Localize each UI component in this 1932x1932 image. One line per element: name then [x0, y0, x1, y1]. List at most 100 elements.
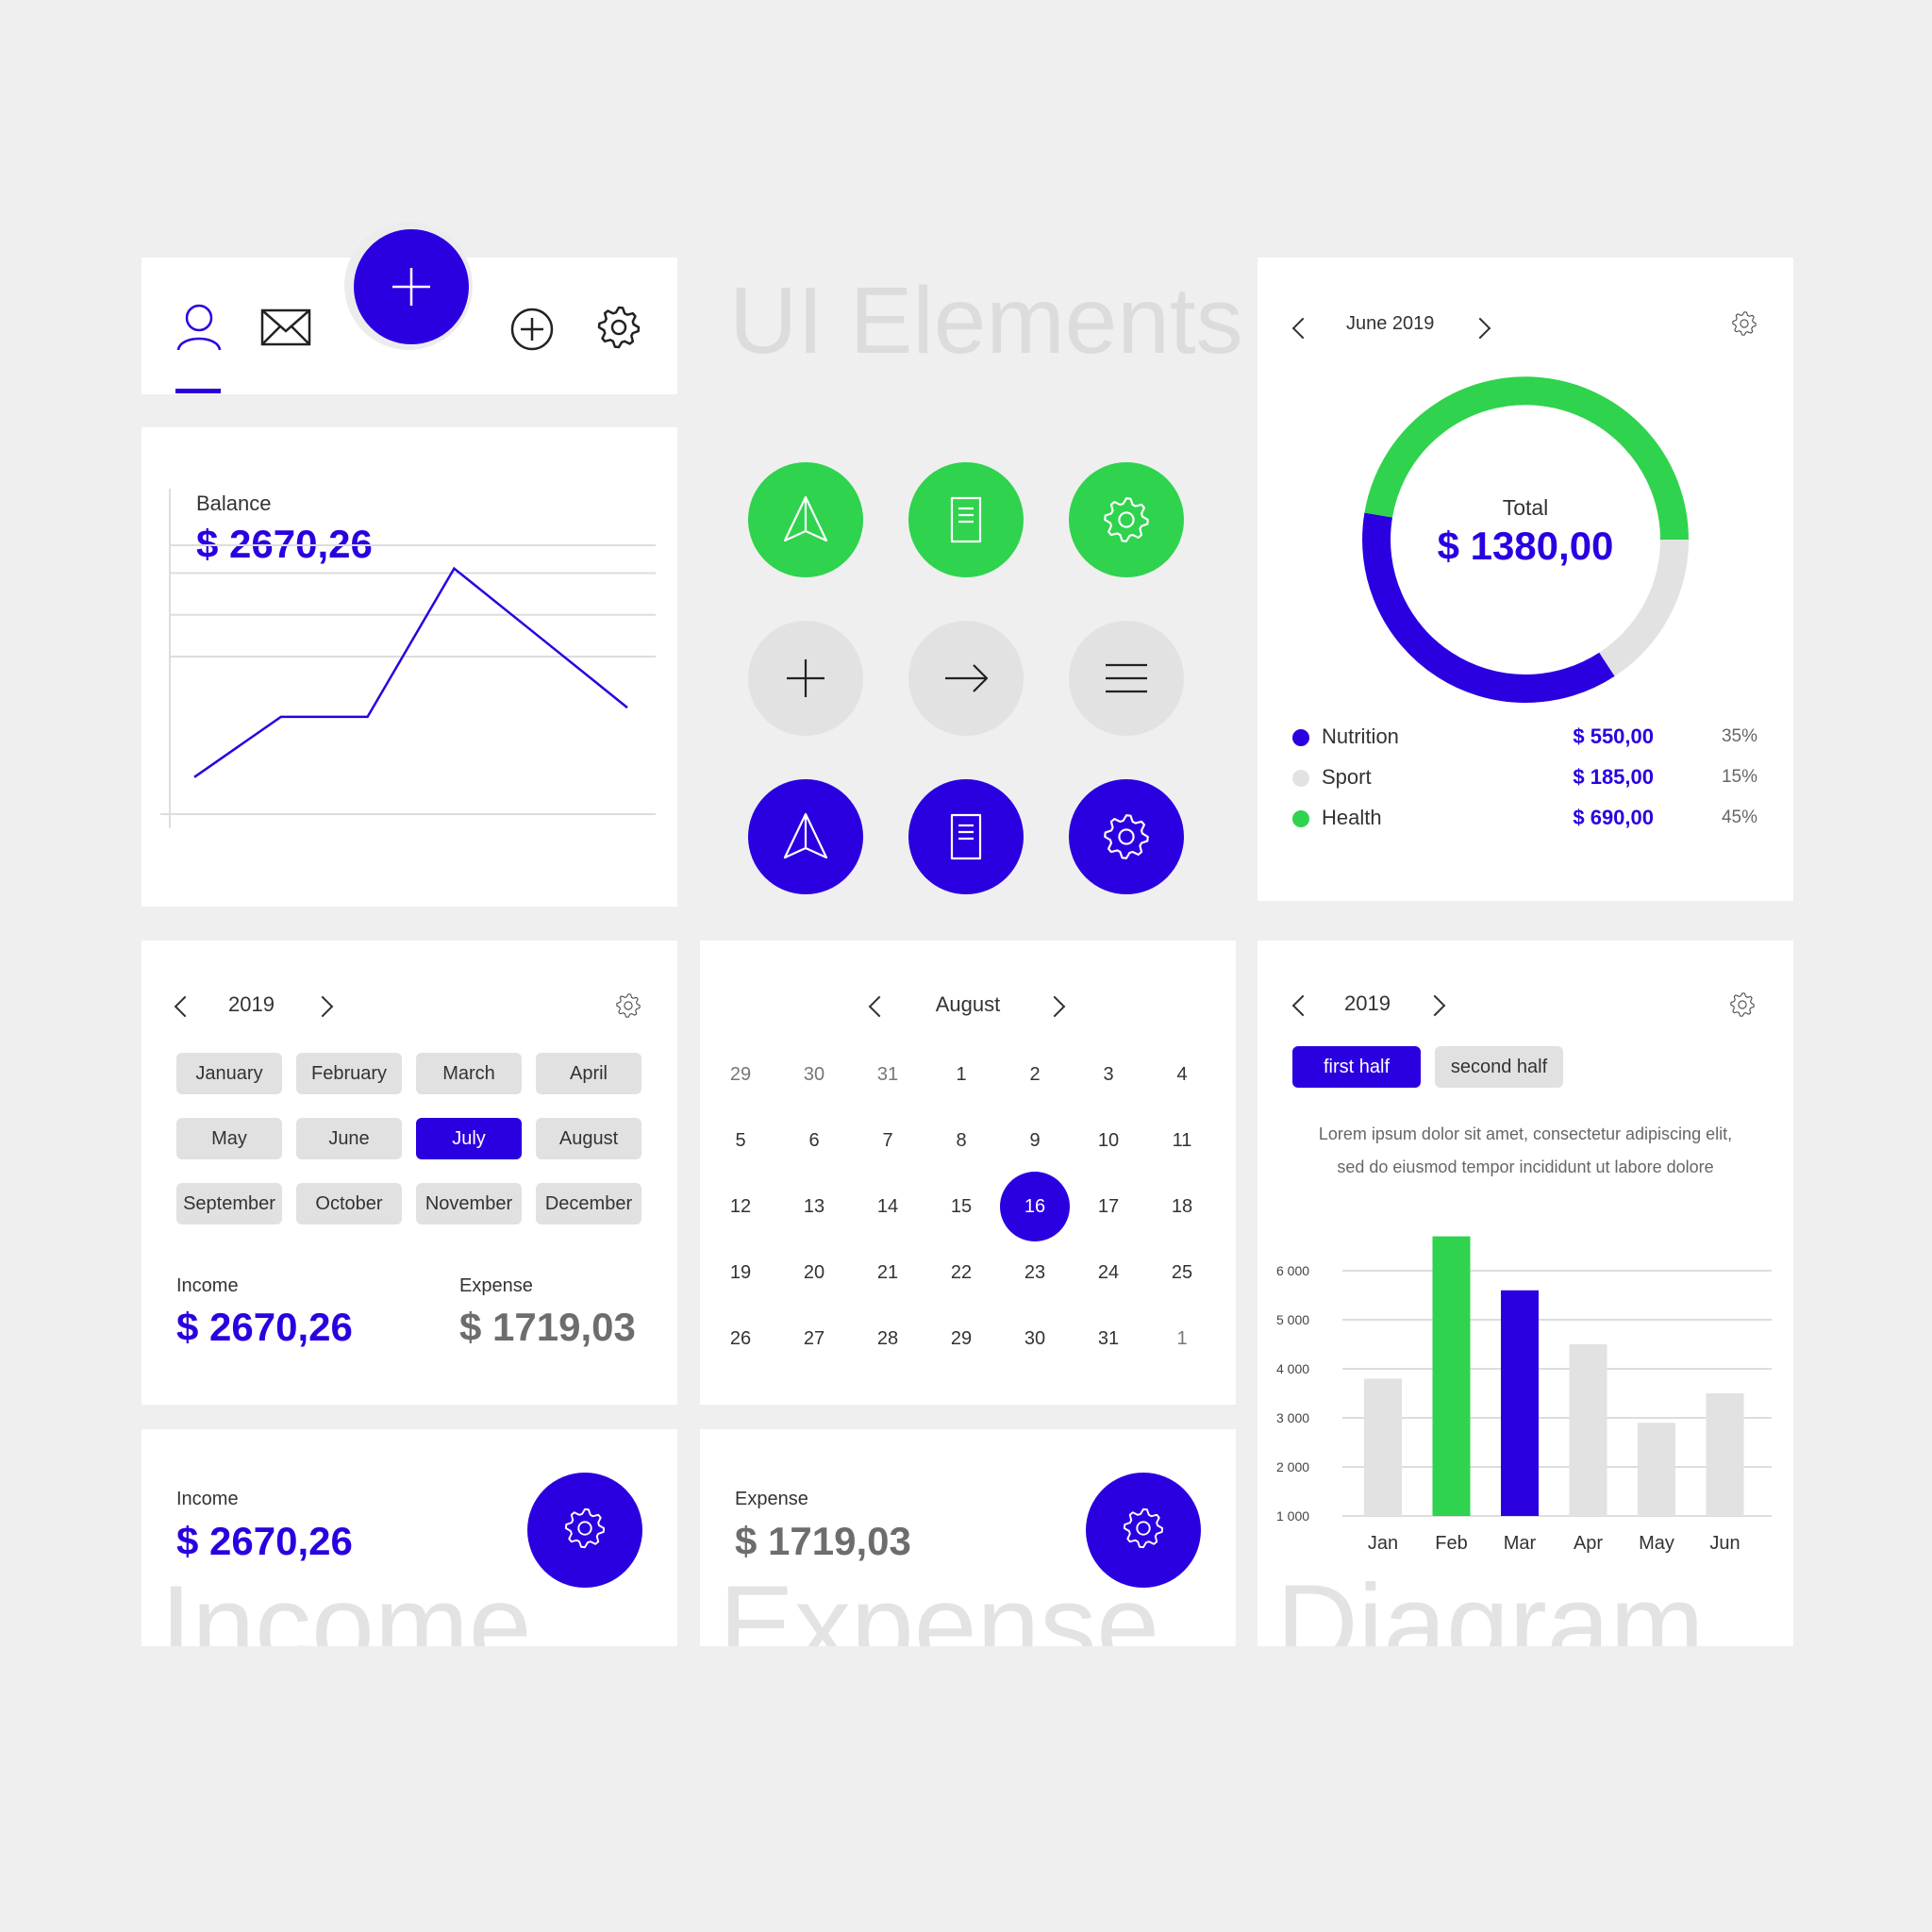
send-button[interactable] — [748, 779, 863, 894]
calendar-day[interactable]: 13 — [779, 1172, 849, 1241]
month-pill-december[interactable]: December — [536, 1183, 641, 1224]
calendar-day[interactable]: 24 — [1074, 1238, 1143, 1307]
user-icon[interactable] — [175, 303, 223, 357]
calendar-day[interactable]: 27 — [779, 1304, 849, 1374]
legend-name: Sport — [1322, 765, 1372, 789]
legend-amount: $ 550,00 — [1573, 724, 1654, 748]
calendar-day[interactable]: 15 — [926, 1172, 996, 1241]
legend-amount: $ 690,00 — [1573, 806, 1654, 829]
plus-button[interactable] — [748, 621, 863, 736]
y-tick-label: 5 000 — [1276, 1312, 1309, 1327]
gear-icon — [563, 1507, 607, 1555]
month-pill-june[interactable]: June — [296, 1118, 402, 1159]
month-pill-august[interactable]: August — [536, 1118, 641, 1159]
x-tick-label: Mar — [1504, 1533, 1537, 1554]
expense-amount: $ 1719,03 — [459, 1305, 636, 1349]
month-pill-april[interactable]: April — [536, 1053, 641, 1094]
calendar-day[interactable]: 23 — [1000, 1238, 1070, 1307]
calendar-day[interactable]: 28 — [853, 1304, 923, 1374]
send-button[interactable] — [748, 462, 863, 577]
x-tick-label: Feb — [1435, 1533, 1467, 1554]
month-pill-march[interactable]: March — [416, 1053, 522, 1094]
calendar-day[interactable]: 21 — [853, 1238, 923, 1307]
months-card: 2019 January February March April May June Jul… — [142, 941, 677, 1405]
calendar-day-selected[interactable]: 16 — [1000, 1172, 1070, 1241]
settings-gear-icon[interactable] — [1731, 310, 1757, 341]
document-icon — [940, 810, 992, 863]
calendar-day[interactable]: 22 — [926, 1238, 996, 1307]
document-icon — [940, 493, 992, 546]
calendar-month: August — [935, 992, 1001, 1016]
expense-card: Expense $ 1719,03 Expense — [700, 1429, 1236, 1646]
gear-icon — [1122, 1507, 1165, 1555]
calendar-day[interactable]: 4 — [1147, 1040, 1217, 1109]
calendar-day[interactable]: 19 — [706, 1238, 775, 1307]
gear-button[interactable] — [1069, 779, 1184, 894]
prev-month-button[interactable] — [1291, 317, 1314, 340]
calendar-day[interactable]: 29 — [926, 1304, 996, 1374]
calendar-day[interactable]: 7 — [853, 1106, 923, 1175]
x-tick-label: Jan — [1368, 1533, 1398, 1554]
calendar-day[interactable]: 3 — [1074, 1040, 1143, 1109]
calendar-day[interactable]: 10 — [1074, 1106, 1143, 1175]
calendar-day[interactable]: 26 — [706, 1304, 775, 1374]
gear-button[interactable] — [1069, 462, 1184, 577]
fab-add-button[interactable] — [354, 229, 469, 344]
active-tab-indicator — [175, 389, 221, 393]
tab-second-half[interactable]: second half — [1435, 1046, 1563, 1088]
donut-total-label: Total — [1502, 495, 1549, 520]
calendar-day[interactable]: 5 — [706, 1106, 775, 1175]
gear-icon — [1102, 495, 1151, 544]
month-pill-october[interactable]: October — [296, 1183, 402, 1224]
calendar-day[interactable]: 6 — [779, 1106, 849, 1175]
document-button[interactable] — [908, 462, 1024, 577]
prev-year-button[interactable] — [174, 995, 196, 1018]
next-month-button[interactable] — [1469, 317, 1491, 340]
month-pill-may[interactable]: May — [176, 1118, 282, 1159]
arrow-right-button[interactable] — [908, 621, 1024, 736]
calendar-day[interactable]: 9 — [1000, 1106, 1070, 1175]
calendar-day[interactable]: 30 — [779, 1040, 849, 1109]
month-pill-november[interactable]: November — [416, 1183, 522, 1224]
calendar-day[interactable]: 18 — [1147, 1172, 1217, 1241]
donut-card: June 2019 Total $ 1380,00 Nutrition $ 550… — [1257, 258, 1793, 901]
calendar-day[interactable]: 1 — [926, 1040, 996, 1109]
income-label: Income — [176, 1275, 239, 1296]
bar-apr — [1569, 1344, 1607, 1516]
month-pill-january[interactable]: January — [176, 1053, 282, 1094]
expense-card-amount: $ 1719,03 — [735, 1519, 911, 1563]
document-button[interactable] — [908, 779, 1024, 894]
month-pill-february[interactable]: February — [296, 1053, 402, 1094]
menu-button[interactable] — [1069, 621, 1184, 736]
calendar-day[interactable]: 31 — [1074, 1304, 1143, 1374]
calendar-day[interactable]: 12 — [706, 1172, 775, 1241]
income-settings-button[interactable] — [527, 1473, 642, 1588]
calendar-day[interactable]: 25 — [1147, 1238, 1217, 1307]
settings-gear-icon[interactable] — [1729, 991, 1756, 1023]
tab-first-half[interactable]: first half — [1292, 1046, 1421, 1088]
legend-name: Health — [1322, 806, 1382, 829]
calendar-day[interactable]: 20 — [779, 1238, 849, 1307]
calendar-day[interactable]: 8 — [926, 1106, 996, 1175]
bar-jun — [1706, 1393, 1744, 1516]
x-tick-label: Jun — [1709, 1533, 1740, 1554]
prev-year-button[interactable] — [1291, 994, 1314, 1017]
mail-icon[interactable] — [260, 308, 311, 351]
calendar-day[interactable]: 17 — [1074, 1172, 1143, 1241]
calendar-day[interactable]: 31 — [853, 1040, 923, 1109]
calendar-day[interactable]: 14 — [853, 1172, 923, 1241]
calendar-day[interactable]: 1 — [1147, 1304, 1217, 1374]
gear-icon[interactable] — [596, 305, 641, 355]
settings-gear-icon[interactable] — [615, 992, 641, 1024]
calendar-day[interactable]: 30 — [1000, 1304, 1070, 1374]
month-pill-september[interactable]: September — [176, 1183, 282, 1224]
plus-circle-icon[interactable] — [509, 307, 555, 357]
months-year: 2019 — [228, 992, 275, 1016]
calendar-day[interactable]: 29 — [706, 1040, 775, 1109]
calendar-day[interactable]: 11 — [1147, 1106, 1217, 1175]
next-year-button[interactable] — [311, 995, 334, 1018]
legend-dot — [1292, 729, 1309, 746]
calendar-day[interactable]: 2 — [1000, 1040, 1070, 1109]
month-pill-july[interactable]: July — [416, 1118, 522, 1159]
next-year-button[interactable] — [1424, 994, 1446, 1017]
